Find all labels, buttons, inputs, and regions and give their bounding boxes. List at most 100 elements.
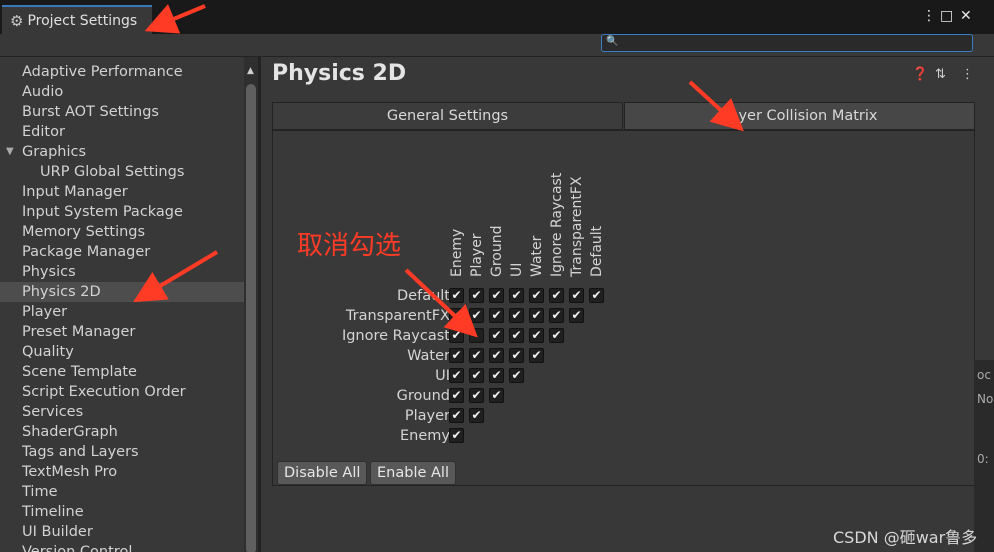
more-menu-icon[interactable]: ⋮	[922, 8, 936, 24]
collision-checkbox[interactable]: ✔	[509, 288, 524, 303]
window-title: Project Settings	[27, 12, 138, 29]
sidebar-item-label: Adaptive Performance	[22, 64, 183, 80]
search-input[interactable]	[618, 35, 968, 51]
matrix-row-label: Player	[404, 408, 450, 424]
sidebar-item[interactable]: Time	[0, 482, 244, 502]
collision-checkbox[interactable]	[469, 328, 484, 343]
scroll-thumb[interactable]	[246, 84, 256, 552]
enable-all-button[interactable]: Enable All	[370, 461, 456, 485]
matrix-column-label: Ignore Raycast	[549, 172, 565, 277]
maximize-icon[interactable]: □	[940, 8, 953, 24]
collision-checkbox[interactable]: ✔	[469, 368, 484, 383]
annotation-text: 取消勾选	[297, 231, 402, 261]
physics2d-tabs: General Settings Layer Collision Matrix	[272, 102, 975, 130]
disable-all-button[interactable]: Disable All	[277, 461, 368, 485]
collision-checkbox[interactable]: ✔	[469, 408, 484, 423]
matrix-column-label: Ground	[489, 225, 505, 278]
sidebar-item[interactable]: Tags and Layers	[0, 442, 244, 462]
collision-checkbox[interactable]: ✔	[449, 308, 464, 323]
sidebar-item[interactable]: Services	[0, 402, 244, 422]
collision-checkbox[interactable]: ✔	[449, 348, 464, 363]
sidebar-item[interactable]: Version Control	[0, 542, 244, 552]
collision-checkbox[interactable]: ✔	[469, 388, 484, 403]
sidebar-item[interactable]: Adaptive Performance	[0, 62, 244, 82]
sidebar-item[interactable]: Quality	[0, 342, 244, 362]
sidebar-item[interactable]: TextMesh Pro	[0, 462, 244, 482]
foldout-icon[interactable]: ▼	[6, 142, 14, 162]
collision-checkbox[interactable]: ✔	[449, 328, 464, 343]
collision-checkbox[interactable]: ✔	[529, 328, 544, 343]
sidebar-item[interactable]: Memory Settings	[0, 222, 244, 242]
collision-checkbox[interactable]: ✔	[449, 428, 464, 443]
sidebar-item[interactable]: Audio	[0, 82, 244, 102]
sidebar-item-label: URP Global Settings	[40, 164, 185, 180]
sidebar-item[interactable]: Package Manager	[0, 242, 244, 262]
sidebar-item[interactable]: Editor	[0, 122, 244, 142]
page-title: Physics 2D	[272, 61, 407, 86]
collision-checkbox[interactable]: ✔	[489, 348, 504, 363]
collision-checkbox[interactable]: ✔	[589, 288, 604, 303]
collision-checkbox[interactable]: ✔	[509, 308, 524, 323]
collision-checkbox[interactable]: ✔	[529, 288, 544, 303]
collision-checkbox[interactable]: ✔	[549, 288, 564, 303]
sidebar-item[interactable]: Physics 2D	[0, 282, 244, 302]
sidebar-item[interactable]: ShaderGraph	[0, 422, 244, 442]
sidebar-item[interactable]: Player	[0, 302, 244, 322]
sidebar-item[interactable]: Script Execution Order	[0, 382, 244, 402]
collision-checkbox[interactable]: ✔	[529, 348, 544, 363]
sidebar-item-label: UI Builder	[22, 524, 93, 540]
matrix-column-label: TransparentFX	[569, 176, 585, 277]
sidebar-item[interactable]: Burst AOT Settings	[0, 102, 244, 122]
matrix-row-label: Enemy	[400, 428, 450, 444]
sidebar-item[interactable]: Input Manager	[0, 182, 244, 202]
matrix-row-label: Ignore Raycast	[341, 328, 450, 344]
sidebar-item[interactable]: Scene Template	[0, 362, 244, 382]
collision-checkbox[interactable]: ✔	[449, 368, 464, 383]
window-tab[interactable]: ⚙ Project Settings	[2, 5, 152, 34]
collision-checkbox[interactable]: ✔	[469, 348, 484, 363]
matrix-column-label: UI	[509, 262, 525, 277]
collision-checkbox[interactable]: ✔	[449, 408, 464, 423]
collision-checkbox[interactable]: ✔	[489, 368, 504, 383]
sidebar-item-label: Tags and Layers	[22, 444, 139, 460]
sidebar-item[interactable]: Input System Package	[0, 202, 244, 222]
collision-checkbox[interactable]: ✔	[549, 308, 564, 323]
sidebar-item-label: ShaderGraph	[22, 424, 118, 440]
sidebar-item-label: TextMesh Pro	[22, 464, 118, 480]
scroll-up-icon[interactable]: ▲	[247, 66, 254, 76]
collision-checkbox[interactable]: ✔	[569, 308, 584, 323]
sidebar-item[interactable]: URP Global Settings	[0, 162, 244, 182]
collision-checkbox[interactable]: ✔	[549, 328, 564, 343]
collision-checkbox[interactable]: ✔	[469, 308, 484, 323]
settings-content: Physics 2D ❓ ⇅ ⋮ General Settings Layer …	[261, 57, 994, 552]
sidebar-item[interactable]: Timeline	[0, 502, 244, 522]
sidebar-item[interactable]: Preset Manager	[0, 322, 244, 342]
sidebar-item[interactable]: ▼ Graphics	[0, 142, 244, 162]
search-box[interactable]: 🔍	[601, 34, 973, 52]
matrix-row-label: TransparentFX	[345, 308, 450, 324]
more-options-icon[interactable]: ⋮	[961, 67, 974, 82]
tab-layer-collision-matrix[interactable]: Layer Collision Matrix	[624, 102, 975, 130]
tab-general-settings[interactable]: General Settings	[272, 102, 623, 130]
collision-checkbox[interactable]: ✔	[489, 288, 504, 303]
help-icon[interactable]: ❓	[912, 67, 928, 82]
sidebar-item[interactable]: Physics	[0, 262, 244, 282]
collision-checkbox[interactable]: ✔	[489, 308, 504, 323]
collision-checkbox[interactable]: ✔	[489, 388, 504, 403]
collision-checkbox[interactable]: ✔	[509, 368, 524, 383]
collision-checkbox[interactable]: ✔	[489, 328, 504, 343]
sidebar-item[interactable]: UI Builder	[0, 522, 244, 542]
close-icon[interactable]: ✕	[960, 8, 972, 24]
collision-checkbox[interactable]: ✔	[449, 288, 464, 303]
collision-checkbox[interactable]: ✔	[509, 328, 524, 343]
collision-checkbox[interactable]: ✔	[469, 288, 484, 303]
collision-checkbox[interactable]: ✔	[569, 288, 584, 303]
sidebar-item-label: Audio	[22, 84, 64, 100]
sidebar-scrollbar[interactable]: ▲	[244, 57, 258, 552]
matrix-row-label: UI	[435, 368, 450, 384]
collision-checkbox[interactable]: ✔	[529, 308, 544, 323]
sidebar-item-label: Quality	[22, 344, 74, 360]
collision-checkbox[interactable]: ✔	[449, 388, 464, 403]
preset-icon[interactable]: ⇅	[935, 67, 946, 82]
collision-checkbox[interactable]: ✔	[509, 348, 524, 363]
